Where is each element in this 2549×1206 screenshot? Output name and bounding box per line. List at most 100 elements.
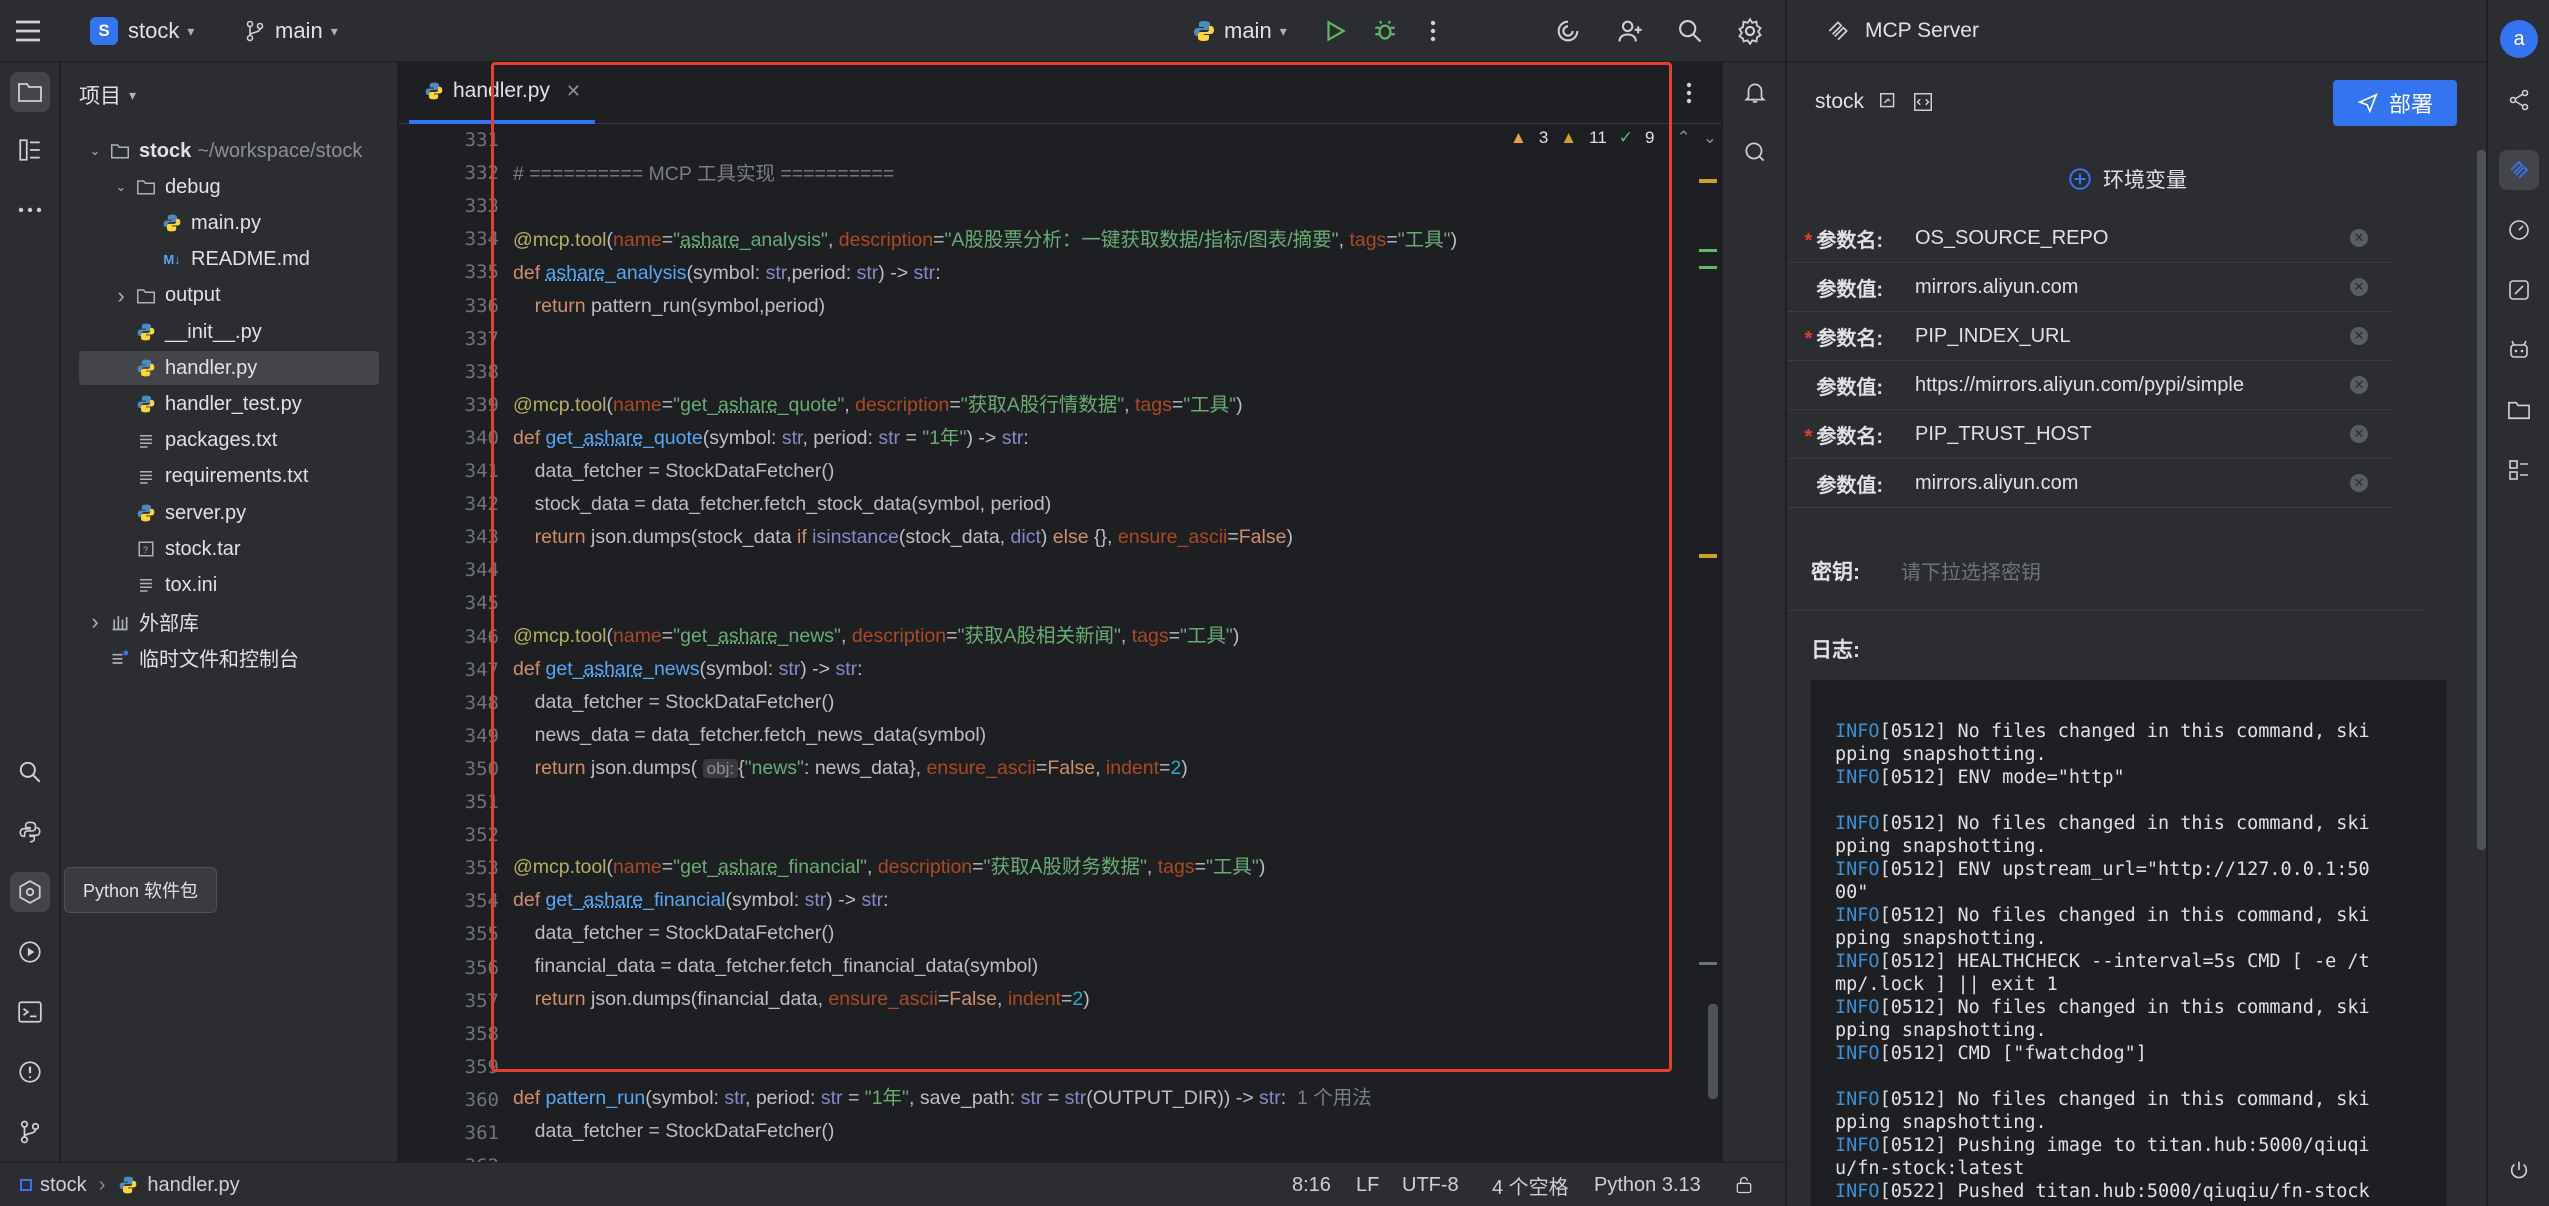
inspection-widget[interactable]: ▲ 3 ▲ 11 ✓ 9 ⌃ ⌄ — [1510, 128, 1717, 148]
python-interpreter[interactable]: Python 3.13 — [1594, 1163, 1701, 1206]
tree-item[interactable]: › 外部库 — [79, 605, 379, 639]
tree-item[interactable]: main.py — [79, 206, 379, 240]
power-button[interactable] — [2499, 1150, 2539, 1190]
code-editor[interactable]: 331 332 333 334 335 336 337 338 339 340 341 342 343 3… — [399, 124, 1721, 1162]
code-area[interactable]: # ========== MCP 工具实现 ========== @mcp.to… — [513, 124, 1713, 1162]
log-level: INFO — [1835, 859, 1880, 880]
run-config-selector[interactable]: main ▾ — [1192, 0, 1287, 62]
log-output[interactable]: INFO [0512] No files changed in this comm… — [1811, 680, 2447, 1206]
problems-tool-button[interactable] — [10, 1052, 50, 1092]
more-tabs-icon[interactable] — [1684, 80, 1694, 106]
tree-item[interactable]: handler_test.py — [79, 387, 379, 421]
chevron-right-icon[interactable]: › — [113, 283, 129, 309]
tree-item[interactable]: ? stock.tar — [79, 532, 379, 566]
search-icon — [1676, 17, 1704, 45]
edit-tool-button[interactable] — [2499, 270, 2539, 310]
chevron-down-icon[interactable]: ⌄ — [87, 143, 103, 159]
clear-icon[interactable]: ✕ — [2350, 474, 2368, 492]
mcp-tool-button[interactable] — [2499, 150, 2539, 190]
warning-marker[interactable] — [1699, 179, 1717, 183]
gauge-button[interactable] — [2499, 210, 2539, 250]
run-button[interactable] — [1322, 0, 1348, 62]
line-separator[interactable]: LF — [1356, 1163, 1379, 1206]
branch-selector[interactable]: main ▾ — [245, 0, 338, 62]
usage-hint[interactable]: 1 个用法 — [1297, 1087, 1372, 1109]
files-tool-button[interactable] — [2499, 390, 2539, 430]
caret-position[interactable]: 8:16 — [1292, 1163, 1331, 1206]
code-view-icon[interactable] — [1912, 91, 1934, 113]
search-icon — [17, 759, 43, 785]
more-tools-button[interactable] — [10, 190, 50, 230]
tree-item[interactable]: ⌄ stock ~/workspace/stock — [79, 134, 379, 168]
add-user-icon — [1616, 17, 1644, 45]
settings-button[interactable] — [1736, 0, 1764, 62]
main-menu-button[interactable] — [10, 0, 46, 62]
clear-icon[interactable]: ✕ — [2350, 327, 2368, 345]
env-value-field[interactable]: OS_SOURCE_REPO — [1899, 227, 2350, 250]
editor-scrollbar[interactable] — [1708, 1004, 1718, 1099]
tree-item[interactable]: __init__.py — [79, 315, 379, 349]
warning-marker[interactable] — [1699, 554, 1717, 558]
python-packages-button[interactable] — [10, 872, 50, 912]
chevron-right-icon[interactable]: › — [87, 609, 103, 635]
structure-tool-button[interactable] — [10, 130, 50, 170]
notifications-button[interactable] — [1735, 72, 1775, 112]
tree-item[interactable]: packages.txt — [79, 424, 379, 458]
tree-item[interactable]: ⌄ debug — [79, 170, 379, 204]
tree-item[interactable]: requirements.txt — [79, 460, 379, 494]
project-selector[interactable]: S stock ▾ — [90, 0, 194, 62]
chevron-down-icon[interactable]: ⌄ — [1703, 128, 1717, 148]
debug-button[interactable] — [1372, 0, 1398, 62]
required-asterisk: * — [1804, 327, 1813, 350]
tree-item-label: handler.py — [165, 356, 258, 379]
tree-item[interactable]: tox.ini — [79, 568, 379, 602]
log-text: [0512] No files changed in this command,… — [1879, 905, 2370, 926]
clear-icon[interactable]: ✕ — [2350, 278, 2368, 296]
env-value-field[interactable]: PIP_INDEX_URL — [1899, 325, 2350, 348]
tree-item[interactable]: handler.py — [79, 351, 379, 386]
copy-icon[interactable] — [1878, 91, 1900, 113]
project-panel-title[interactable]: 项目 ▾ — [79, 80, 136, 110]
add-user-button[interactable] — [1616, 0, 1644, 62]
tab-handler-py[interactable]: handler.py ✕ — [409, 62, 596, 124]
env-value-field[interactable]: mirrors.aliyun.com — [1899, 472, 2350, 495]
project-tool-button[interactable] — [10, 72, 50, 112]
avatar[interactable]: a — [2500, 20, 2538, 58]
python-console-button[interactable] — [10, 812, 50, 852]
tree-item[interactable]: server.py — [79, 496, 379, 530]
ai-chat-button[interactable] — [1735, 132, 1775, 172]
clear-icon[interactable]: ✕ — [2350, 376, 2368, 394]
env-value-field[interactable]: https://mirrors.aliyun.com/pypi/simple — [1899, 374, 2350, 397]
more-horizontal-icon — [17, 206, 43, 214]
clear-icon[interactable]: ✕ — [2350, 425, 2368, 443]
panel-scrollbar[interactable] — [2477, 150, 2486, 850]
file-encoding[interactable]: UTF-8 — [1402, 1163, 1459, 1206]
find-tool-button[interactable] — [10, 752, 50, 792]
robot-tool-button[interactable] — [2499, 330, 2539, 370]
secret-select[interactable]: 请下拉选择密钥 — [1901, 556, 2381, 585]
breadcrumb-file[interactable]: handler.py — [147, 1174, 239, 1197]
close-icon[interactable]: ✕ — [566, 81, 581, 102]
breadcrumb-project[interactable]: stock — [40, 1174, 87, 1197]
deploy-button[interactable]: 部署 — [2333, 80, 2457, 126]
env-value-field[interactable]: PIP_TRUST_HOST — [1899, 423, 2350, 446]
git-branch-icon — [245, 20, 265, 42]
more-actions-button[interactable] — [1428, 0, 1438, 62]
ai-assistant-button[interactable] — [1554, 0, 1582, 62]
lock-icon[interactable] — [1734, 1163, 1754, 1206]
clear-icon[interactable]: ✕ — [2350, 229, 2368, 247]
tree-item[interactable]: 临时文件和控制台 — [79, 641, 379, 675]
tree-item[interactable]: M↓ README.md — [79, 243, 379, 277]
layout-tool-button[interactable] — [2499, 450, 2539, 490]
git-tool-button[interactable] — [10, 1112, 50, 1152]
chevron-down-icon[interactable]: ⌄ — [113, 179, 129, 195]
search-button[interactable] — [1676, 0, 1704, 62]
share-button[interactable] — [2499, 80, 2539, 120]
tree-item[interactable]: › output — [79, 279, 379, 313]
terminal-tool-button[interactable] — [10, 992, 50, 1032]
env-value-field[interactable]: mirrors.aliyun.com — [1899, 276, 2350, 299]
services-tool-button[interactable] — [10, 932, 50, 972]
indent-setting[interactable]: 4 个空格 — [1492, 1163, 1569, 1206]
add-env-button[interactable]: 环境变量 — [2067, 164, 2187, 194]
chevron-up-icon[interactable]: ⌃ — [1677, 128, 1691, 148]
